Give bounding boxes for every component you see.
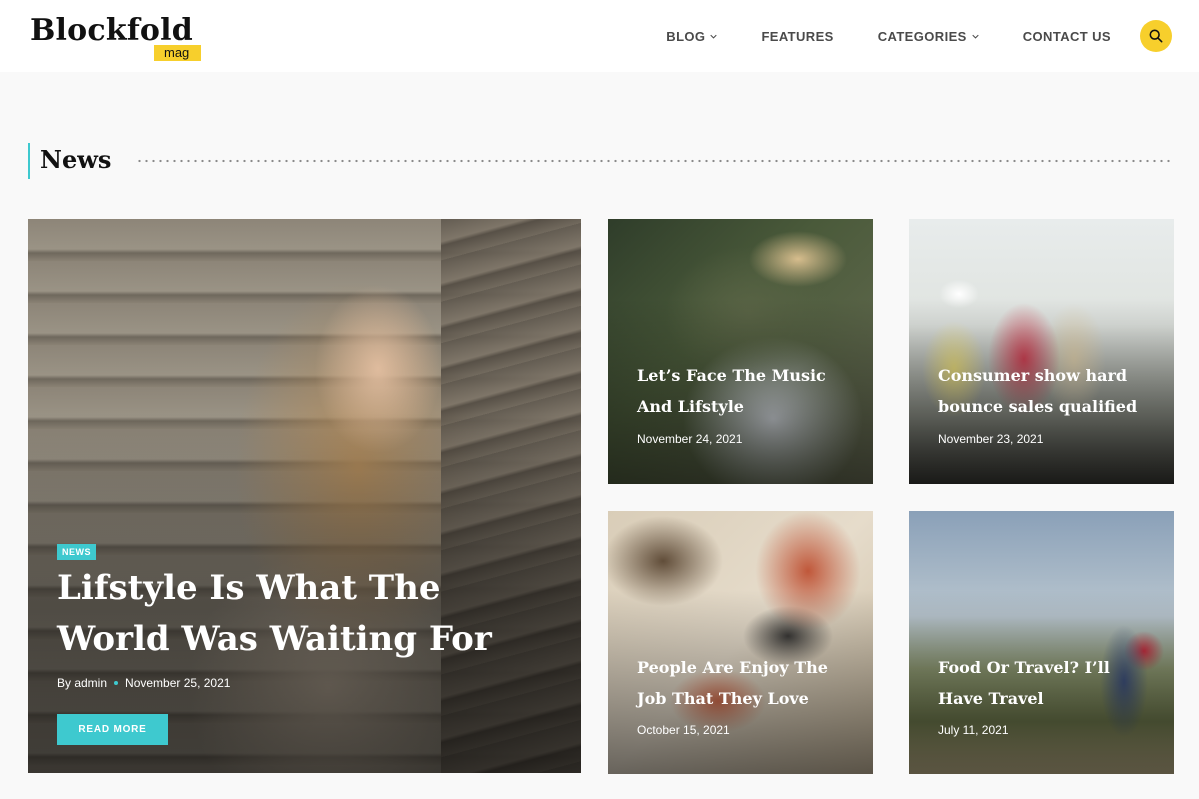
- post-title[interactable]: People Are Enjoy The Job That They Love: [637, 652, 852, 714]
- logo-badge: mag: [154, 45, 202, 61]
- section-heading: News: [28, 143, 1174, 179]
- nav-item-label: FEATURES: [761, 28, 834, 44]
- logo-wordmark: Blockfold: [30, 13, 193, 48]
- meta-separator-dot: [114, 681, 119, 685]
- post-date: November 24, 2021: [637, 432, 743, 446]
- post-card[interactable]: Consumer show hard bounce sales qualifie…: [909, 219, 1174, 484]
- nav-item-label: CATEGORIES: [877, 28, 967, 44]
- site-logo[interactable]: Blockfold mag: [30, 14, 210, 64]
- nav-item-label: CONTACT US: [1022, 28, 1111, 44]
- site-header: Blockfold mag BLOG FEATURES CATEGORIES C…: [0, 0, 1199, 72]
- search-button[interactable]: [1140, 20, 1172, 52]
- post-date: July 11, 2021: [938, 723, 1009, 737]
- post-card[interactable]: Let’s Face The Music And Lifstyle Novemb…: [608, 219, 873, 484]
- main-nav: BLOG FEATURES CATEGORIES CONTACT US: [622, 0, 1111, 72]
- post-title[interactable]: Consumer show hard bounce sales qualifie…: [938, 360, 1153, 422]
- nav-item-categories[interactable]: CATEGORIES: [878, 29, 979, 44]
- post-date: November 25, 2021: [125, 676, 231, 690]
- post-author[interactable]: By admin: [57, 676, 107, 690]
- search-icon: [1149, 29, 1163, 43]
- chevron-down-icon: [972, 34, 979, 39]
- post-date: October 15, 2021: [637, 723, 730, 737]
- nav-item-features[interactable]: FEATURES: [761, 29, 833, 44]
- category-badge[interactable]: NEWS: [57, 544, 96, 560]
- post-title[interactable]: Food Or Travel? I’ll Have Travel: [938, 652, 1153, 714]
- section-accent-bar: [28, 143, 30, 179]
- nav-item-label: BLOG: [666, 28, 706, 44]
- post-card[interactable]: Food Or Travel? I’ll Have Travel July 11…: [909, 511, 1174, 774]
- chevron-down-icon: [710, 34, 718, 39]
- featured-post-title[interactable]: Lifstyle Is What The World Was Waiting F…: [57, 563, 537, 665]
- nav-item-blog[interactable]: BLOG: [666, 28, 718, 44]
- read-more-button[interactable]: READ MORE: [57, 714, 168, 745]
- post-card[interactable]: People Are Enjoy The Job That They Love …: [608, 511, 873, 774]
- post-title[interactable]: Let’s Face The Music And Lifstyle: [637, 360, 852, 422]
- section-divider: [136, 159, 1174, 163]
- section-title: News: [40, 145, 112, 174]
- post-meta: By admin November 25, 2021: [57, 676, 230, 690]
- post-date: November 23, 2021: [938, 432, 1044, 446]
- nav-item-contact-us[interactable]: CONTACT US: [1023, 29, 1111, 44]
- featured-post-card[interactable]: NEWS Lifstyle Is What The World Was Wait…: [28, 219, 581, 773]
